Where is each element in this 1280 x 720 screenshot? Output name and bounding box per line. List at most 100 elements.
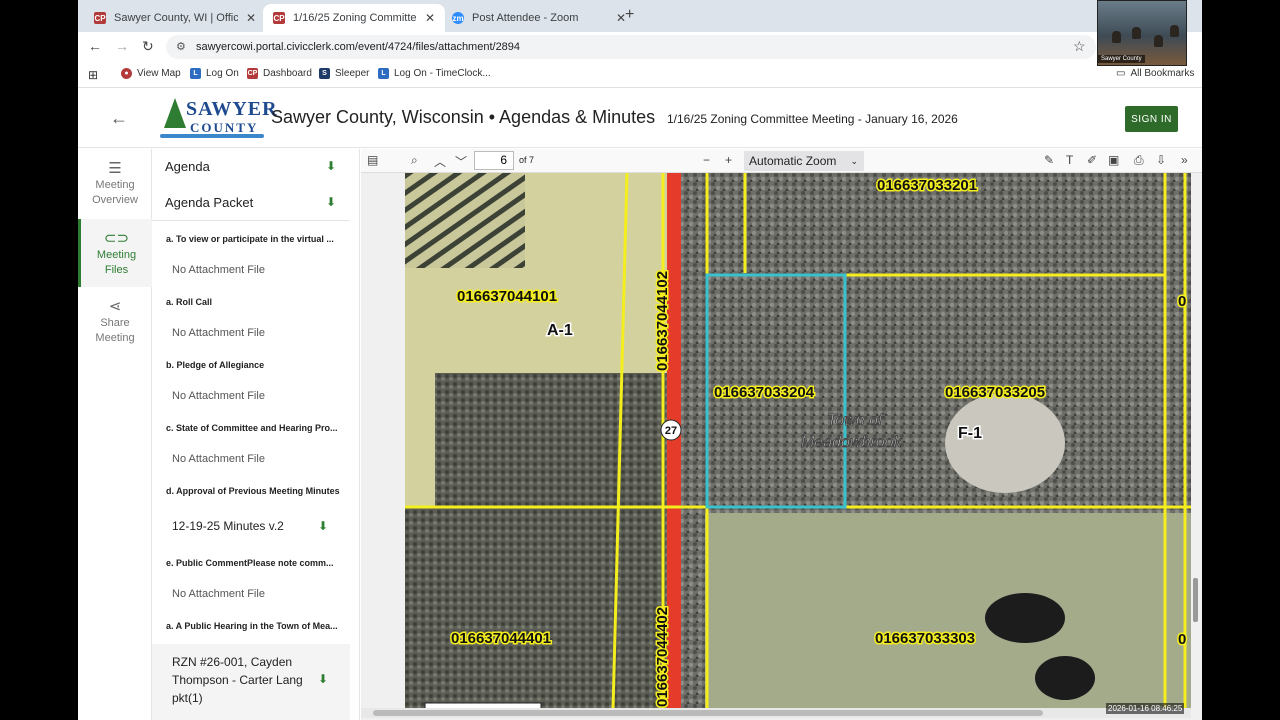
sidebar-toggle-icon[interactable]: ▤: [367, 153, 378, 167]
url-bar[interactable]: ⚙ sawyercowi.portal.civicclerk.com/event…: [166, 35, 1096, 59]
apps-grid-icon[interactable]: ⊞: [88, 68, 98, 82]
no-attachment-text: No Attachment File: [172, 588, 265, 600]
pdf-vertical-scrollbar[interactable]: [1193, 578, 1198, 622]
all-bookmarks-button[interactable]: ▭ All Bookmarks: [1116, 68, 1194, 79]
save-icon[interactable]: ⇩: [1156, 153, 1166, 167]
download-icon[interactable]: ⬇: [326, 159, 336, 173]
sign-in-button[interactable]: SIGN IN: [1125, 106, 1178, 132]
zoom-select[interactable]: Automatic Zoom ⌄: [744, 151, 864, 171]
bookmark-timeclock[interactable]: L Log On - TimeClock...: [378, 68, 491, 79]
pdf-toolbar: ▤ ⌕ ︿ ﹀ 6 of 7 − + Automatic Zoom ⌄ ✎ T ✐…: [361, 149, 1202, 173]
back-arrow-icon[interactable]: ←: [110, 108, 128, 129]
minutes-file-row[interactable]: 12-19-25 Minutes v.2 ⬇: [152, 507, 350, 547]
agenda-packet-row[interactable]: Agenda Packet ⬇: [152, 185, 350, 221]
rzn-file-row[interactable]: RZN #26-001, Cayden Thompson - Carter La…: [152, 644, 350, 720]
no-attachment-text: No Attachment File: [172, 264, 265, 276]
more-tools-icon[interactable]: »: [1181, 153, 1188, 167]
zone-label: A-1: [547, 322, 573, 339]
parcel-map: 27 016637033201 016637044101 01663704410…: [405, 173, 1191, 711]
site-header: ← SAWYER COUNTY Sawyer County, Wisconsin…: [78, 90, 1202, 148]
logon-icon: L: [378, 68, 389, 79]
bookmark-star-icon[interactable]: ☆: [1073, 38, 1086, 55]
tree-icon: [164, 98, 186, 128]
section-heading: e. Public CommentPlease note comm...: [166, 558, 334, 568]
browser-tab-3[interactable]: zm Post Attendee - Zoom ✕: [442, 4, 636, 32]
woodlot: [435, 373, 667, 508]
parcel-label: 016637044102: [654, 271, 671, 371]
county-logo[interactable]: SAWYER COUNTY: [160, 96, 277, 142]
download-icon[interactable]: ⬇: [318, 672, 328, 686]
url-text: sawyercowi.portal.civicclerk.com/event/4…: [196, 41, 521, 53]
webcam-thumbnail[interactable]: Sawyer County: [1097, 0, 1187, 66]
browser-window: CP Sawyer County, WI | Official We ✕ CP …: [78, 0, 1202, 720]
pond: [1035, 656, 1095, 700]
civicclerk-icon: CP: [273, 12, 285, 24]
browser-tab-1[interactable]: CP Sawyer County, WI | Official We ✕: [84, 4, 266, 32]
close-icon[interactable]: ✕: [425, 11, 435, 25]
agenda-row[interactable]: Agenda ⬇: [152, 149, 350, 185]
file-title: RZN #26-001, Cayden Thompson - Carter La…: [172, 655, 303, 705]
sleeper-icon: S: [319, 68, 330, 79]
image-icon[interactable]: ▣: [1108, 153, 1119, 167]
browser-tab-2[interactable]: CP 1/16/25 Zoning Committee Me ✕: [263, 4, 446, 32]
rail-meeting-files[interactable]: ⊂⊃ Meeting Files: [78, 219, 152, 287]
logo-wave: [160, 134, 264, 138]
chevron-up-icon[interactable]: ︿: [434, 153, 446, 170]
no-attachment-text: No Attachment File: [172, 453, 265, 465]
parcel-label: 016637033303: [875, 630, 975, 647]
page-number-input[interactable]: 6: [474, 151, 514, 170]
close-icon[interactable]: ✕: [246, 11, 256, 25]
highlight-icon[interactable]: ✎: [1044, 153, 1054, 167]
chevron-down-icon[interactable]: ﹀: [455, 153, 467, 170]
parcel-label: 0: [1178, 631, 1186, 648]
parcel-label: 016637033205: [945, 384, 1045, 401]
parcel-label: 0: [1178, 293, 1186, 310]
back-arrow-icon[interactable]: ←: [88, 38, 102, 54]
bookmark-label: Log On - TimeClock...: [394, 68, 491, 79]
download-icon[interactable]: ⬇: [326, 195, 336, 209]
section-heading: a. A Public Hearing in the Town of Mea..…: [166, 621, 338, 631]
aerial-map-svg: 27 016637033201 016637044101 01663704410…: [405, 173, 1191, 711]
timestamp-overlay: 2026-01-16 08:46:25: [1106, 703, 1185, 714]
rail-label: Meeting: [96, 249, 137, 261]
bookmark-label: View Map: [137, 68, 181, 79]
new-tab-button[interactable]: +: [625, 6, 634, 24]
section-heading: a. To view or participate in the virtual…: [166, 234, 334, 244]
bookmark-dashboard[interactable]: CP Dashboard: [247, 68, 312, 79]
webcam-label: Sawyer County: [1098, 55, 1145, 63]
bookmark-sleeper[interactable]: S Sleeper: [319, 68, 369, 79]
bookmark-view-map[interactable]: ● View Map: [121, 68, 181, 79]
site-title: Sawyer County, Wisconsin • Agendas & Min…: [271, 107, 656, 127]
draw-icon[interactable]: ✐: [1087, 153, 1097, 167]
tab-title: Post Attendee - Zoom: [472, 12, 579, 24]
zone-label: F-1: [958, 425, 982, 442]
bookmark-log-on[interactable]: L Log On: [190, 68, 239, 79]
bookmark-label: Log On: [206, 68, 239, 79]
horizontal-scrollbar[interactable]: [373, 710, 1043, 716]
print-icon[interactable]: ⎙: [1134, 153, 1144, 168]
no-attachment-text: No Attachment File: [172, 327, 265, 339]
rail-share-meeting[interactable]: ⋖ Share Meeting: [78, 293, 152, 361]
pond: [985, 593, 1065, 643]
rail-meeting-overview[interactable]: ☰ Meeting Overview: [78, 155, 152, 223]
zoom-in-icon[interactable]: +: [725, 153, 732, 167]
rail-label: Overview: [92, 194, 138, 206]
meeting-title: 1/16/25 Zoning Committee Meeting - Janua…: [667, 112, 958, 126]
forward-arrow-icon[interactable]: →: [115, 38, 129, 54]
files-panel: Agenda ⬇ Agenda Packet ⬇ a. To view or p…: [152, 149, 360, 720]
address-toolbar: ← → ↻ ⚙ sawyercowi.portal.civicclerk.com…: [78, 32, 1202, 62]
zoom-value: Automatic Zoom: [749, 154, 837, 168]
download-icon[interactable]: ⬇: [318, 519, 328, 533]
civicclerk-icon: CP: [94, 12, 106, 24]
reload-icon[interactable]: ↻: [142, 38, 154, 55]
zoom-out-icon[interactable]: −: [703, 153, 710, 167]
search-icon[interactable]: ⌕: [411, 153, 418, 168]
pdf-viewer[interactable]: 27 016637033201 016637044101 01663704410…: [361, 173, 1202, 720]
text-tool-icon[interactable]: T: [1066, 153, 1073, 167]
map-pin-icon: ●: [121, 68, 132, 79]
town-label-line1: Town of: [827, 412, 884, 429]
file-title: 12-19-25 Minutes v.2: [172, 519, 284, 533]
site-settings-icon[interactable]: ⚙: [176, 40, 186, 53]
rail-label: Meeting: [95, 179, 135, 191]
zoom-icon: zm: [452, 12, 464, 24]
